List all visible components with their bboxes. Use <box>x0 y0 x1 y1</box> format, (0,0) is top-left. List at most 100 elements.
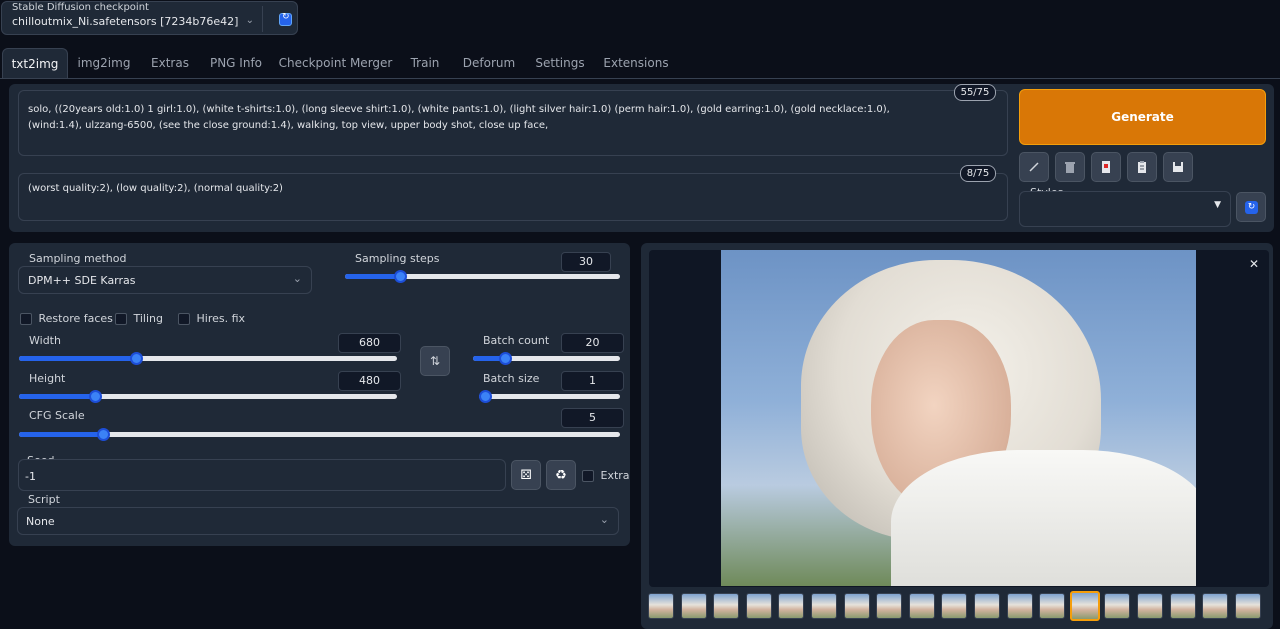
slider-fill <box>19 356 137 361</box>
save-style-button[interactable] <box>1163 152 1193 182</box>
gallery-thumbnail[interactable] <box>648 593 674 619</box>
gallery-thumbnail[interactable] <box>1039 593 1066 619</box>
batch-size-slider[interactable] <box>479 390 620 403</box>
hires-fix-checkbox[interactable]: Hires. fix <box>178 312 245 325</box>
gallery-thumbnail[interactable] <box>876 593 903 619</box>
portrait-shirt <box>891 450 1196 586</box>
gallery-thumbnail[interactable] <box>680 593 707 619</box>
sampling-method-select[interactable]: DPM++ SDE Karras ⌄ <box>18 266 312 294</box>
gallery-thumbnail[interactable] <box>941 593 968 619</box>
dice-icon: ⚄ <box>520 467 532 483</box>
sampling-steps-label: Sampling steps <box>355 252 440 265</box>
height-input[interactable]: 480 <box>338 371 401 391</box>
prompt-textarea[interactable]: solo, ((20years old:1.0) 1 girl:1.0), (w… <box>18 90 1008 156</box>
sampling-method-value: DPM++ SDE Karras <box>28 274 136 287</box>
sampling-steps-input[interactable]: 30 <box>561 252 611 272</box>
generate-button[interactable]: Generate <box>1019 89 1266 145</box>
gallery-thumbnail[interactable] <box>1234 593 1261 619</box>
extra-seed-checkbox[interactable]: Extra <box>582 469 630 482</box>
seed-value: -1 <box>25 470 36 483</box>
checkpoint-value: chilloutmix_Ni.safetensors [7234b76e42] <box>12 15 239 28</box>
slider-thumb[interactable] <box>394 270 407 283</box>
checkbox-box[interactable] <box>178 313 190 325</box>
tab-deforum[interactable]: Deforum <box>458 48 520 78</box>
gallery-thumbnail[interactable] <box>1169 593 1196 619</box>
gallery-thumbnail[interactable] <box>745 593 772 619</box>
tab-checkpoint-merger[interactable]: Checkpoint Merger <box>278 48 393 78</box>
width-input[interactable]: 680 <box>338 333 401 353</box>
reuse-seed-button[interactable]: ♻ <box>546 460 576 490</box>
swap-arrows-icon: ⇅ <box>429 354 441 368</box>
gallery-thumbnail[interactable] <box>1069 591 1100 621</box>
tab-bar-line <box>0 78 1280 79</box>
apply-style-button[interactable] <box>1127 152 1157 182</box>
floppy-icon <box>1173 162 1183 172</box>
batch-count-slider[interactable] <box>473 352 620 365</box>
batch-size-label: Batch size <box>483 372 540 385</box>
tab-settings[interactable]: Settings <box>530 48 590 78</box>
width-label: Width <box>29 334 61 347</box>
close-preview-button[interactable]: ✕ <box>1249 257 1259 271</box>
extra-networks-button[interactable] <box>1091 152 1121 182</box>
tab-train[interactable]: Train <box>402 48 448 78</box>
gallery-thumbnail[interactable] <box>778 593 805 619</box>
negative-prompt-textarea[interactable]: (worst quality:2), (low quality:2), (nor… <box>18 173 1008 221</box>
gallery-thumbnail[interactable] <box>713 593 740 619</box>
batch-count-label: Batch count <box>483 334 550 347</box>
gallery-thumbnail[interactable] <box>811 593 837 619</box>
tab-extras[interactable]: Extras <box>144 48 196 78</box>
generated-image[interactable] <box>721 250 1196 586</box>
chevron-down-icon: ⌄ <box>245 15 254 26</box>
checkbox-box[interactable] <box>20 313 32 325</box>
tab-txt2img[interactable]: txt2img <box>2 48 68 78</box>
random-seed-button[interactable]: ⚄ <box>511 460 541 490</box>
cfg-scale-input[interactable]: 5 <box>561 408 624 428</box>
tab-png-info[interactable]: PNG Info <box>204 48 268 78</box>
restore-faces-checkbox[interactable]: Restore faces <box>20 312 113 325</box>
slider-fill <box>19 432 104 437</box>
read-params-button[interactable] <box>1019 152 1049 182</box>
slider-thumb[interactable] <box>479 390 492 403</box>
checkpoint-block: Stable Diffusion checkpoint chilloutmix_… <box>1 1 298 35</box>
sampling-steps-slider[interactable] <box>345 270 620 283</box>
refresh-icon: ↻ <box>1245 201 1258 214</box>
checkpoint-divider <box>262 6 263 32</box>
checkbox-box[interactable] <box>115 313 127 325</box>
script-select[interactable]: None ⌄ <box>17 507 619 535</box>
height-label: Height <box>29 372 66 385</box>
gallery-thumbnail[interactable] <box>843 593 870 619</box>
tiling-checkbox[interactable]: Tiling <box>115 312 163 325</box>
refresh-checkpoint-button[interactable]: ↻ <box>279 12 292 26</box>
trash-icon <box>1065 162 1075 173</box>
styles-dropdown[interactable]: ▼ <box>1019 191 1231 227</box>
batch-count-input[interactable]: 20 <box>561 333 624 353</box>
cfg-scale-slider[interactable] <box>19 428 620 441</box>
swap-dimensions-button[interactable]: ⇅ <box>420 346 450 376</box>
slider-thumb[interactable] <box>88 390 102 403</box>
clipboard-icon <box>1138 161 1146 173</box>
gallery-thumbnail[interactable] <box>1202 593 1229 619</box>
prompt-token-counter: 55/75 <box>954 84 996 101</box>
gallery-thumbnail[interactable] <box>1104 593 1131 619</box>
seed-input[interactable]: -1 <box>18 459 506 491</box>
clear-prompt-button[interactable] <box>1055 152 1085 182</box>
script-label: Script <box>28 493 60 506</box>
caret-down-icon: ▼ <box>1214 200 1221 210</box>
refresh-styles-button[interactable]: ↻ <box>1236 192 1266 222</box>
gallery-thumbnail[interactable] <box>974 593 1000 619</box>
height-slider[interactable] <box>19 390 397 403</box>
generate-label: Generate <box>1111 110 1174 124</box>
chevron-down-icon: ⌄ <box>292 272 302 285</box>
hires-fix-label: Hires. fix <box>196 312 246 325</box>
gallery-thumbnail[interactable] <box>1006 593 1033 619</box>
batch-size-input[interactable]: 1 <box>561 371 624 391</box>
negative-token-counter: 8/75 <box>960 165 996 182</box>
refresh-icon: ↻ <box>282 12 290 22</box>
tab-img2img[interactable]: img2img <box>74 48 134 78</box>
width-slider[interactable] <box>19 352 397 365</box>
gallery-thumbnail[interactable] <box>908 593 935 619</box>
checkbox-box[interactable] <box>582 470 594 482</box>
gallery-thumbnail[interactable] <box>1137 593 1163 619</box>
checkpoint-select[interactable]: chilloutmix_Ni.safetensors [7234b76e42] … <box>4 13 260 33</box>
tab-extensions[interactable]: Extensions <box>600 48 672 78</box>
